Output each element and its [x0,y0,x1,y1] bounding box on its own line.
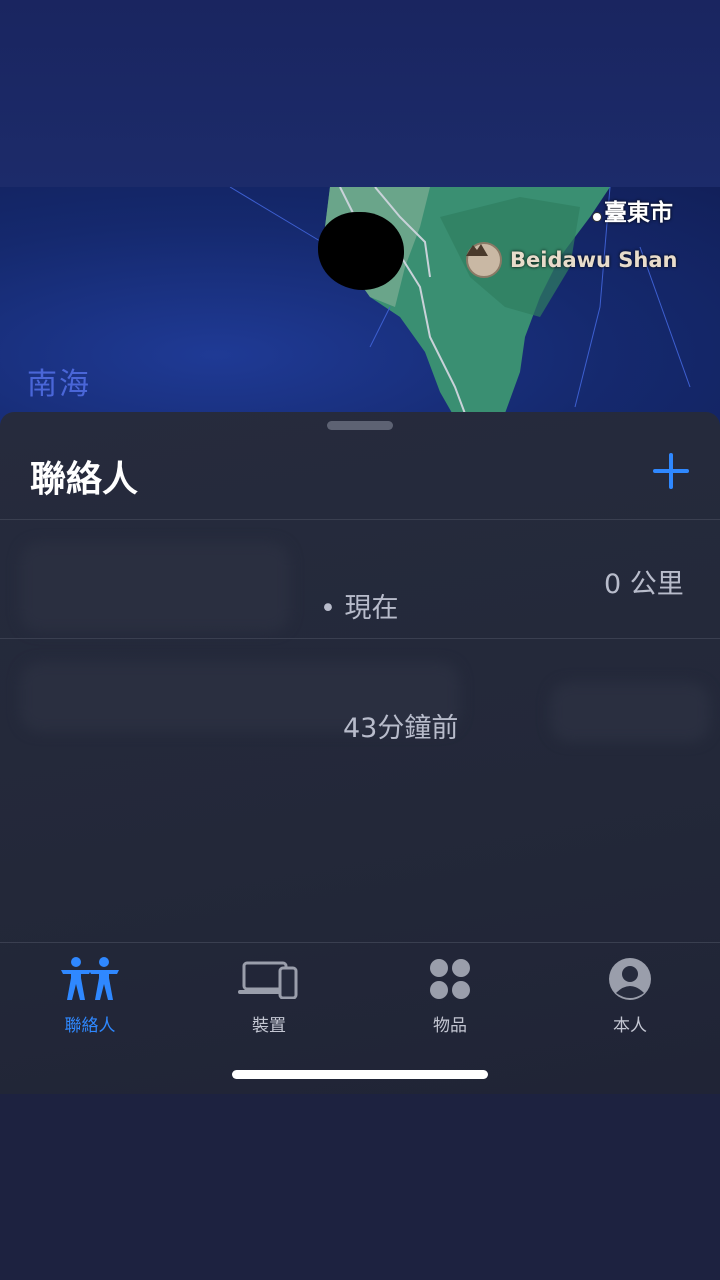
add-contact-button[interactable] [648,448,694,494]
tab-label: 裝置 [252,1016,286,1036]
people-sheet: 聯絡人 0 公里 • 現在 43分鐘前 聯絡人 裝置 物品 本人 [0,412,720,1094]
tab-me[interactable]: 本人 [570,953,690,1043]
mountain-icon [466,242,502,278]
tab-label: 聯絡人 [64,1016,116,1036]
divider [0,638,720,639]
people-icon [30,953,150,1005]
bottom-background [0,1094,720,1280]
tab-people[interactable]: 聯絡人 [30,953,150,1043]
redacted-distance [550,682,710,742]
person-status: • 現在 [320,593,399,624]
sea-label: 南海 [27,367,91,402]
items-icon [390,953,510,1005]
tab-bar: 聯絡人 裝置 物品 本人 [0,942,720,1095]
sheet-grabber[interactable] [327,421,393,430]
tab-label: 物品 [433,1016,467,1036]
redacted-name [20,542,290,632]
tab-devices[interactable]: 裝置 [209,953,329,1043]
divider [0,519,720,520]
devices-icon [209,953,329,1005]
person-distance: 0 公里 [604,569,684,600]
map-view[interactable]: 臺東市 Beidawu Shan 南海 [0,187,720,427]
person-status: 43分鐘前 [343,713,459,744]
top-status-area [0,0,720,187]
city-marker [592,212,602,222]
poi-label: Beidawu Shan [510,248,678,272]
city-label: 臺東市 [604,200,673,226]
me-icon [570,953,690,1005]
home-indicator[interactable] [232,1070,488,1079]
tab-label: 本人 [613,1016,647,1036]
tab-items[interactable]: 物品 [390,953,510,1043]
mountain-poi[interactable]: Beidawu Shan [466,242,678,278]
redacted-avatar [318,212,404,290]
sheet-title: 聯絡人 [30,459,139,500]
